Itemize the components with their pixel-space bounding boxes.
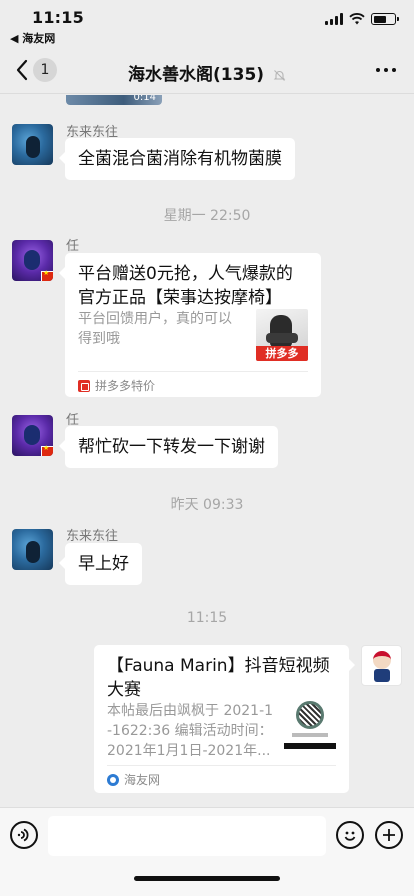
message-bubble[interactable]: 早上好	[59, 543, 142, 585]
card-desc-line: -1622:36 编辑活动时间：	[107, 723, 273, 739]
qr-bar	[284, 743, 336, 749]
time-separator: 11:15	[186, 610, 228, 626]
more-functions-button[interactable]	[375, 821, 403, 849]
card-description: 本帖最后由飒枫于 2021-1 -1622:36 编辑活动时间： 2021年1月…	[107, 701, 273, 761]
card-source: 海友网	[107, 771, 160, 788]
card-title-line: 平台赠送0元抢，人气爆款的	[78, 264, 293, 284]
nav-bar: 1 海水善水阁(135)	[0, 46, 414, 94]
card-source-label: 拼多多特价	[95, 379, 156, 393]
cartoon-body	[374, 669, 390, 682]
emoji-button[interactable]	[336, 821, 364, 849]
card-description: 平台回馈用户，真的可以 得到哦	[78, 309, 232, 349]
sender-name: 任	[66, 239, 80, 254]
link-card[interactable]: 【Fauna Marin】抖音短视频 大赛 本帖最后由飒枫于 2021-1 -1…	[94, 645, 355, 793]
avatar[interactable]	[12, 124, 53, 165]
smiley-icon	[344, 831, 356, 841]
qr-code-thumbnail	[284, 697, 336, 749]
video-message-thumbnail[interactable]: 0:14	[66, 95, 162, 105]
more-dot	[376, 68, 380, 72]
card-divider	[78, 371, 308, 372]
avatar[interactable]	[12, 529, 53, 570]
card-title: 平台赠送0元抢，人气爆款的 官方正品【荣事达按摩椅】	[78, 262, 293, 310]
card-desc-line: 2021年1月1日-2021年...	[107, 743, 271, 759]
flag-icon	[41, 269, 53, 281]
more-dot	[384, 68, 388, 72]
card-title-line: 官方正品【荣事达按摩椅】	[78, 288, 282, 308]
card-source: 拼多多特价	[78, 377, 155, 394]
battery-icon	[371, 13, 399, 25]
pinduoduo-icon	[78, 379, 90, 392]
time-separator: 昨天 09:33	[170, 497, 244, 513]
flag-icon	[41, 444, 53, 456]
sender-name: 东来东往	[66, 529, 119, 544]
massage-chair-thumbnail: 拼多多	[256, 309, 308, 361]
more-options-button[interactable]	[376, 68, 396, 72]
qr-circle	[296, 701, 324, 729]
battery-level	[373, 15, 386, 23]
chat-title-wrapper: 海水善水阁(135)	[0, 60, 414, 85]
home-indicator[interactable]	[134, 876, 280, 881]
back-to-app-link[interactable]: ◀ 海友网	[10, 30, 55, 46]
pdd-badge: 拼多多	[256, 346, 308, 361]
link-card[interactable]: 平台赠送0元抢，人气爆款的 官方正品【荣事达按摩椅】 平台回馈用户，真的可以 得…	[59, 253, 321, 397]
card-desc-line: 平台回馈用户，真的可以	[78, 311, 232, 327]
avatar[interactable]	[12, 240, 53, 281]
card-title: 【Fauna Marin】抖音短视频 大赛	[107, 654, 330, 702]
card-desc-line: 本帖最后由飒枫于 2021-1	[107, 703, 274, 719]
card-desc-line: 得到哦	[78, 331, 120, 347]
chat-message-list[interactable]: 0:14 东来东往 全菌混合菌消除有机物菌膜 星期一 22:50 任 平台赠送0…	[0, 95, 414, 807]
voice-input-button[interactable]	[10, 821, 38, 849]
plus-icon	[383, 829, 395, 841]
card-source-label: 海友网	[124, 773, 161, 787]
more-dot	[392, 68, 396, 72]
input-bar	[0, 807, 414, 896]
voice-icon	[17, 828, 29, 842]
mute-bell-icon	[273, 69, 286, 81]
cellular-signal-icon	[325, 13, 343, 25]
qr-caption	[292, 733, 328, 737]
video-duration: 0:14	[133, 95, 156, 103]
card-title-line: 【Fauna Marin】抖音短视频	[107, 656, 330, 676]
wifi-icon	[349, 13, 365, 25]
status-time: 11:15	[32, 8, 84, 27]
card-divider	[107, 765, 336, 766]
haiyou-icon	[107, 773, 119, 786]
chat-title: 海水善水阁(135)	[128, 65, 265, 85]
avatar[interactable]	[12, 415, 53, 456]
status-bar: 11:15 ◀ 海友网	[0, 0, 414, 46]
message-bubble[interactable]: 帮忙砍一下转发一下谢谢	[59, 426, 278, 468]
time-separator: 星期一 22:50	[163, 208, 251, 224]
my-avatar[interactable]	[361, 645, 402, 686]
message-bubble[interactable]: 全菌混合菌消除有机物菌膜	[59, 138, 295, 180]
chair-seat	[266, 333, 298, 343]
cartoon-head	[373, 651, 391, 669]
status-icons	[325, 13, 399, 25]
message-input[interactable]	[48, 816, 326, 856]
